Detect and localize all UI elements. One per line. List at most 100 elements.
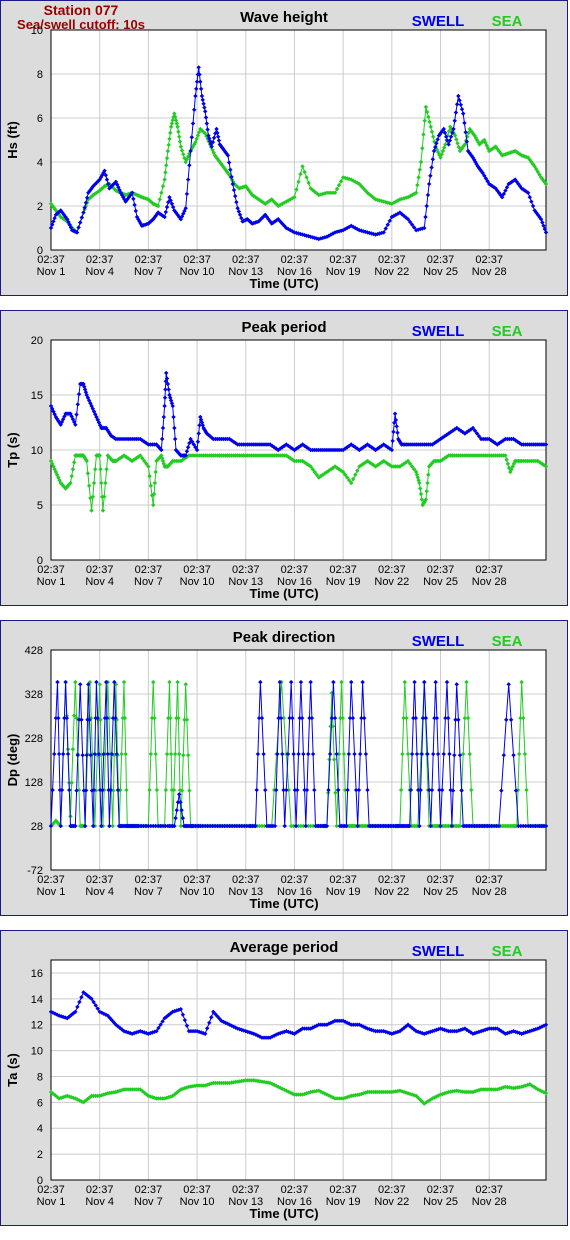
y-tick-label: 8 [37, 1071, 43, 1083]
legend-sea: SEA [492, 13, 523, 30]
average-period-chart: 024681012141602:37Nov 102:37Nov 402:37No… [5, 939, 549, 1221]
peak-direction-chart: -722812822832842802:37Nov 102:37Nov 402:… [5, 629, 549, 911]
y-tick-label: 8 [37, 69, 43, 81]
x-tick-date: Nov 10 [180, 266, 215, 278]
x-tick-date: Nov 25 [423, 266, 458, 278]
chart-title: Average period [230, 939, 339, 956]
x-tick-time: 02:37 [427, 254, 455, 266]
x-tick-time: 02:37 [86, 1184, 114, 1196]
x-tick-date: Nov 28 [472, 266, 507, 278]
x-tick-time: 02:37 [329, 564, 357, 576]
x-tick-time: 02:37 [427, 1184, 455, 1196]
x-axis-label: Time (UTC) [249, 276, 318, 291]
y-tick-label: 10 [31, 445, 43, 457]
peak-period-chart: 0510152002:37Nov 102:37Nov 402:37Nov 702… [5, 319, 549, 601]
x-tick-date: Nov 10 [180, 576, 215, 588]
y-tick-label: 15 [31, 390, 43, 402]
y-tick-label: 20 [31, 335, 43, 347]
x-tick-date: Nov 7 [134, 576, 163, 588]
x-axis-label: Time (UTC) [249, 1206, 318, 1221]
y-tick-label: 16 [31, 968, 43, 980]
x-tick-date: Nov 4 [85, 576, 114, 588]
x-tick-time: 02:37 [37, 1184, 65, 1196]
y-tick-label: 10 [31, 1046, 43, 1058]
chart-panel-peak-period: 0 5 10 15 20 02:37 Nov 1 02:37 Nov 4 02:37 Nov 7 02… [0, 310, 568, 606]
x-tick-time: 02:37 [86, 564, 114, 576]
y-tick-label: 4 [37, 157, 43, 169]
x-tick-date: Nov 19 [326, 1196, 361, 1208]
x-tick-time: 02:37 [427, 564, 455, 576]
x-tick-time: 02:37 [475, 564, 503, 576]
x-tick-time: 02:37 [135, 564, 163, 576]
x-tick-time: 02:37 [86, 874, 114, 886]
y-tick-label: 328 [25, 689, 43, 701]
x-tick-time: 02:37 [281, 1184, 309, 1196]
y-axis-label: Hs (ft) [5, 121, 20, 159]
x-tick-date: Nov 4 [85, 886, 114, 898]
legend-swell: SWELL [412, 13, 465, 30]
y-tick-label: 10 [31, 25, 43, 37]
x-tick-date: Nov 10 [180, 1196, 215, 1208]
x-tick-time: 02:37 [135, 254, 163, 266]
x-tick-date: Nov 28 [472, 886, 507, 898]
x-tick-date: Nov 1 [37, 266, 66, 278]
x-tick-time: 02:37 [329, 1184, 357, 1196]
x-tick-time: 02:37 [378, 564, 406, 576]
x-tick-time: 02:37 [329, 874, 357, 886]
plot-area [50, 29, 547, 251]
x-tick-date: Nov 22 [374, 886, 409, 898]
x-tick-time: 02:37 [183, 254, 211, 266]
x-tick-date: Nov 22 [374, 1196, 409, 1208]
x-tick-time: 02:37 [135, 874, 163, 886]
x-tick-date: Nov 4 [85, 1196, 114, 1208]
x-tick-date: Nov 10 [180, 886, 215, 898]
x-tick-time: 02:37 [86, 254, 114, 266]
x-tick-time: 02:37 [135, 1184, 163, 1196]
x-tick-time: 02:37 [281, 874, 309, 886]
y-tick-label: 28 [31, 821, 43, 833]
chart-panel-wave-height: Station 077 Sea/swell cutoff: 10s 024681… [0, 0, 568, 296]
wave-height-chart: 024681002:37Nov 102:37Nov 402:37Nov 702:… [5, 9, 549, 291]
x-tick-date: Nov 7 [134, 1196, 163, 1208]
y-tick-label: 6 [37, 113, 43, 125]
x-tick-time: 02:37 [232, 254, 260, 266]
y-tick-label: 5 [37, 500, 43, 512]
chart-panel-average-period: 0 2 4 6 8 10 12 14 16 02:37 Nov 1 02:37 Nov 4 02:37 No… [0, 930, 568, 1226]
x-tick-date: Nov 1 [37, 1196, 66, 1208]
x-tick-date: Nov 22 [374, 576, 409, 588]
x-tick-date: Nov 7 [134, 886, 163, 898]
y-axis-label: Tp (s) [5, 432, 20, 467]
x-tick-date: Nov 22 [374, 266, 409, 278]
x-tick-date: Nov 25 [423, 1196, 458, 1208]
legend-sea: SEA [492, 323, 523, 340]
x-tick-time: 02:37 [475, 874, 503, 886]
x-tick-time: 02:37 [329, 254, 357, 266]
x-tick-date: Nov 25 [423, 886, 458, 898]
x-tick-time: 02:37 [427, 874, 455, 886]
x-tick-date: Nov 19 [326, 266, 361, 278]
x-tick-time: 02:37 [475, 254, 503, 266]
y-tick-label: 128 [25, 777, 43, 789]
y-tick-label: 228 [25, 733, 43, 745]
x-tick-time: 02:37 [378, 1184, 406, 1196]
x-tick-time: 02:37 [378, 254, 406, 266]
x-axis-label: Time (UTC) [249, 586, 318, 601]
x-tick-time: 02:37 [232, 1184, 260, 1196]
x-tick-date: Nov 19 [326, 886, 361, 898]
y-tick-label: 2 [37, 201, 43, 213]
y-axis-label: Dp (deg) [5, 734, 20, 787]
x-tick-date: Nov 4 [85, 266, 114, 278]
x-tick-time: 02:37 [183, 564, 211, 576]
y-tick-label: 14 [31, 994, 43, 1006]
x-tick-date: Nov 19 [326, 576, 361, 588]
y-tick-label: 2 [37, 1149, 43, 1161]
x-tick-time: 02:37 [281, 564, 309, 576]
x-tick-time: 02:37 [183, 874, 211, 886]
x-axis-label: Time (UTC) [249, 896, 318, 911]
x-tick-date: Nov 25 [423, 576, 458, 588]
x-tick-time: 02:37 [37, 564, 65, 576]
legend-sea: SEA [492, 633, 523, 650]
x-tick-time: 02:37 [281, 254, 309, 266]
y-axis-label: Ta (s) [5, 1053, 20, 1087]
x-tick-date: Nov 7 [134, 266, 163, 278]
